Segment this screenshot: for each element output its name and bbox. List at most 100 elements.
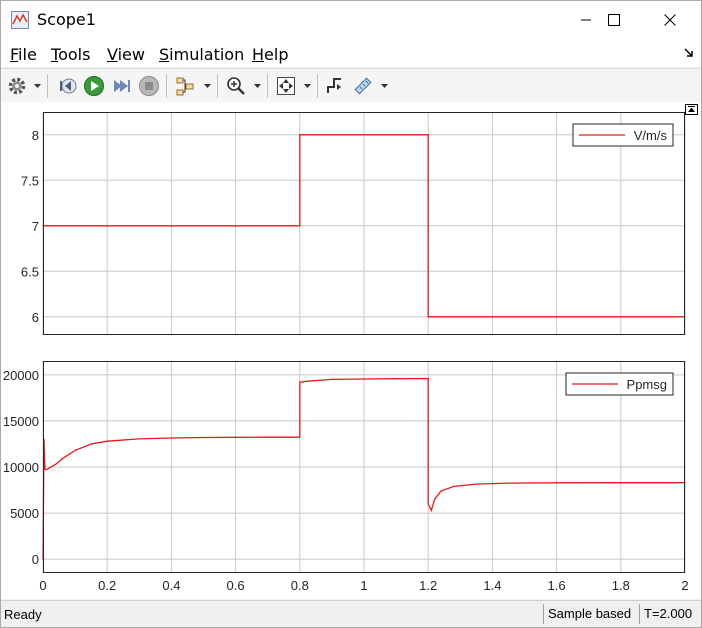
data-point [235,436,237,438]
data-point [556,482,558,484]
autoscale-button[interactable] [274,74,298,98]
y-tick-label: 6 [32,310,39,325]
run-button[interactable] [82,74,106,98]
autoscale-icon [277,77,295,95]
y-tick-label: 0 [32,552,39,567]
data-point [170,437,172,439]
menu-simulation[interactable]: Simulation [159,45,244,64]
measurements-icon [354,77,372,95]
zoom-icon [227,77,245,95]
x-tick-label: 0.6 [227,578,245,593]
measurements-button[interactable] [351,74,375,98]
y-tick-label: 7 [32,219,39,234]
x-tick-label: 1.6 [548,578,566,593]
data-point [305,380,307,382]
data-point [434,498,436,500]
menu-file[interactable]: File [10,45,37,64]
x-tick-label: 1 [360,578,367,593]
close-icon [664,14,676,26]
step-back-button[interactable] [55,74,79,98]
run-icon [84,76,104,96]
x-tick-label: 1.4 [483,578,501,593]
triggers-button[interactable] [323,74,347,98]
y-tick-label: 15000 [3,414,39,429]
configuration-button[interactable] [5,74,29,98]
data-point [299,225,301,227]
menu-view[interactable]: View [107,45,145,64]
y-tick-label: 10000 [3,460,39,475]
data-point [427,377,429,380]
legend-toggle-button[interactable] [685,104,698,115]
data-point [331,378,333,380]
y-tick-label: 6.5 [21,264,39,279]
data-point [440,490,442,492]
data-point [507,482,509,484]
window-title: Scope1 [37,10,96,29]
data-point [620,482,622,484]
gear-icon [8,77,26,95]
x-tick-label: 0.8 [291,578,309,593]
signal-selector-icon [176,77,194,96]
data-point [267,436,269,438]
menu-help[interactable]: Help [252,45,288,64]
x-tick-label: 0.2 [98,578,116,593]
data-point [48,467,51,469]
data-point [44,468,46,470]
data-point [45,469,47,471]
toolbar-separator [47,74,48,98]
chevron-down-icon[interactable] [304,84,311,89]
signal-selector-button[interactable] [173,74,197,98]
data-point [90,443,92,445]
status-text: Ready [4,607,42,622]
plot-area: 8 7.5 7 6.5 6 V/m/s 20000 15000 10000 5000 0 0 0.2 0.… [1,102,701,599]
y-tick-label: 5000 [10,506,39,521]
legend-label: V/m/s [634,128,668,143]
chevron-down-icon[interactable] [254,84,261,89]
step-forward-icon [114,80,130,92]
data-point [106,440,108,442]
data-point [427,316,429,318]
data-point [138,438,140,440]
x-tick-label: 0.4 [162,578,180,593]
toolbar-separator [217,74,218,98]
data-point [299,134,301,136]
stop-icon [139,76,159,96]
sample-mode-indicator: Sample based [543,604,641,624]
menu-tools[interactable]: Tools [51,45,90,64]
data-point [427,134,429,136]
x-tick-label: 1.8 [612,578,630,593]
data-point [61,458,63,460]
toolbar-separator [166,74,167,98]
menu-bar: File Tools View Simulation Help [1,39,701,67]
chevron-down-icon[interactable] [381,84,388,89]
y-tick-label: 8 [32,128,39,143]
arrow-up-icon [688,106,695,112]
y-tick-label: 7.5 [21,173,39,188]
toolbar-separator [267,74,268,98]
close-button[interactable] [647,1,693,39]
maximize-button[interactable] [591,1,637,39]
toolbar [1,68,701,104]
data-point [395,378,397,380]
data-point [299,436,301,438]
x-tick-label: 2 [681,578,688,593]
data-point [453,485,455,487]
zoom-button[interactable] [224,74,248,98]
triggers-icon [327,78,341,93]
undock-icon[interactable] [683,47,695,59]
data-point [202,436,205,439]
y-tick-label: 20000 [3,368,39,383]
title-bar[interactable]: Scope1 [1,1,701,39]
chevron-down-icon[interactable] [34,84,41,89]
scope-app-icon [11,11,29,29]
scope-window: Scope1 File Tools View Simulation Help 8… [0,0,702,628]
sim-time-indicator: T=2.000 [639,604,701,624]
step-back-icon [60,78,77,94]
data-point [55,463,57,465]
chevron-down-icon[interactable] [204,84,211,89]
x-tick-label: 0 [39,578,46,593]
stop-button[interactable] [137,74,161,98]
data-point [430,509,432,511]
step-forward-button[interactable] [109,74,133,98]
x-tick-label: 1.2 [419,578,437,593]
